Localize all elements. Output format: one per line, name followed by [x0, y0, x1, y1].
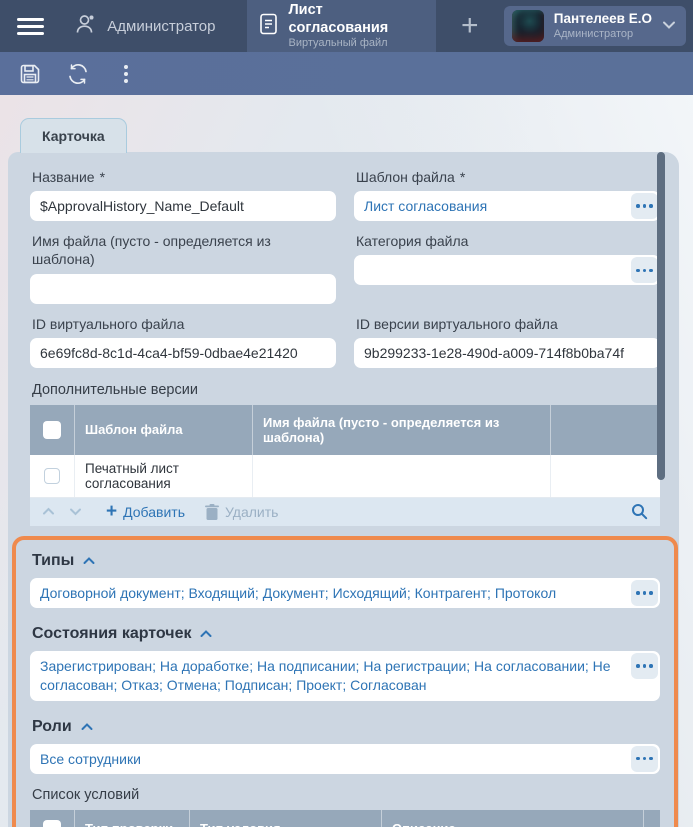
move-up-button[interactable] — [42, 507, 55, 516]
kebab-icon — [123, 62, 129, 86]
versions-col-extra — [551, 405, 660, 455]
states-ellipsis-button[interactable] — [631, 653, 658, 679]
chevron-down-icon — [69, 507, 82, 516]
conditions-col-condition-type: Тип условия — [190, 810, 382, 827]
chevron-up-icon — [81, 723, 93, 731]
user-avatar — [512, 10, 544, 42]
fields-grid: Название* $ApprovalHistory_Name_Default … — [30, 168, 660, 379]
refresh-button[interactable] — [64, 60, 92, 88]
filename-label: Имя файла (пусто - определяется из шабло… — [32, 232, 336, 268]
admin-workspace-button[interactable]: Администратор — [60, 0, 229, 52]
person-star-icon — [74, 12, 98, 40]
conditions-table: Тип проверки Тип условия Описание Включи… — [30, 810, 660, 827]
name-label: Название* — [32, 168, 336, 186]
highlighted-section: Типы Договорной документ; Входящий; Доку… — [12, 536, 678, 827]
save-button[interactable] — [16, 60, 44, 88]
versions-table-toolbar: + Добавить Удалить — [30, 498, 660, 526]
name-input[interactable]: $ApprovalHistory_Name_Default — [30, 191, 336, 221]
tab-approval-sheet[interactable]: Лист согласования Виртуальный файл — [247, 0, 435, 52]
template-input[interactable]: Лист согласования — [354, 191, 660, 221]
user-role: Администратор — [554, 28, 662, 41]
category-input[interactable] — [354, 255, 660, 285]
conditions-table-label: Список условий — [32, 787, 660, 803]
user-name: Пантелеев Е.О — [554, 11, 662, 27]
search-button[interactable] — [631, 503, 648, 520]
tab-card-label: Карточка — [42, 128, 105, 144]
top-bar: Администратор Лист согласования Виртуаль… — [0, 0, 693, 52]
filename-input[interactable] — [30, 274, 336, 304]
chevron-up-icon — [42, 507, 55, 516]
template-ellipsis-button[interactable] — [631, 193, 658, 219]
card-panel: Название* $ApprovalHistory_Name_Default … — [8, 152, 679, 827]
move-down-button[interactable] — [69, 507, 82, 516]
tab-card[interactable]: Карточка — [20, 118, 127, 153]
card-toolbar — [0, 52, 693, 95]
conditions-col-check-type: Тип проверки — [75, 810, 190, 827]
document-icon — [259, 12, 278, 41]
chevron-up-icon — [200, 630, 212, 638]
versions-table: Шаблон файла Имя файла (пусто - определя… — [30, 405, 660, 498]
chevron-down-icon — [662, 17, 676, 35]
tab-title: Лист согласования — [288, 1, 423, 37]
search-icon — [631, 503, 648, 520]
roles-ellipsis-button[interactable] — [631, 746, 658, 772]
trash-icon — [205, 504, 219, 520]
delete-row-button[interactable]: Удалить — [205, 504, 278, 520]
content-area: Карточка Название* $ApprovalHistory_Name… — [0, 95, 693, 827]
conditions-table-header: Тип проверки Тип условия Описание — [30, 810, 660, 827]
roles-section-header[interactable]: Роли — [32, 718, 660, 736]
chevron-up-icon — [83, 557, 95, 565]
checkbox-icon[interactable] — [43, 820, 61, 827]
app-window: Администратор Лист согласования Виртуаль… — [0, 0, 693, 827]
versions-table-header: Шаблон файла Имя файла (пусто - определя… — [30, 405, 660, 455]
new-tab-button[interactable]: + — [436, 0, 504, 52]
template-label: Шаблон файла* — [356, 168, 660, 186]
versions-col-filename: Имя файла (пусто - определяется из шабло… — [253, 405, 551, 455]
save-icon — [18, 62, 42, 86]
roles-input[interactable]: Все сотрудники — [30, 744, 660, 774]
version-id-label: ID версии виртуального файла — [356, 315, 660, 333]
row-checkbox[interactable] — [44, 468, 60, 484]
more-actions-button[interactable] — [112, 60, 140, 88]
table-cell — [253, 455, 551, 497]
file-id-label: ID виртуального файла — [32, 315, 336, 333]
states-input[interactable]: Зарегистрирован; На доработке; На подпис… — [30, 651, 660, 701]
plus-icon: + — [106, 502, 117, 521]
hamburger-menu-button[interactable] — [0, 0, 60, 52]
add-row-button[interactable]: + Добавить — [106, 502, 185, 521]
version-id-input[interactable]: 9b299233-1e28-490d-a009-714f8b0ba74f — [354, 338, 660, 368]
plus-icon: + — [461, 9, 479, 43]
admin-workspace-label: Администратор — [107, 18, 215, 35]
vertical-scrollbar[interactable] — [657, 152, 665, 480]
conditions-col-description: Описание — [382, 810, 644, 827]
conditions-col-extra — [644, 810, 660, 827]
checkbox-icon[interactable] — [43, 421, 61, 439]
category-label: Категория файла — [356, 232, 660, 250]
user-menu-button[interactable]: Пантелеев Е.О Администратор — [504, 6, 686, 46]
user-names: Пантелеев Е.О Администратор — [554, 11, 662, 40]
states-section-header[interactable]: Состояния карточек — [32, 625, 660, 643]
tab-subtitle: Виртуальный файл — [288, 37, 423, 51]
types-ellipsis-button[interactable] — [631, 580, 658, 606]
versions-select-all[interactable] — [30, 405, 75, 455]
conditions-select-all[interactable] — [30, 810, 75, 827]
table-row[interactable]: Печатный лист согласования — [30, 455, 660, 498]
types-input[interactable]: Договорной документ; Входящий; Документ;… — [30, 578, 660, 608]
hamburger-icon — [17, 14, 44, 39]
table-cell: Печатный лист согласования — [75, 455, 253, 497]
file-id-input[interactable]: 6e69fc8d-8c1d-4ca4-bf59-0dbae4e21420 — [30, 338, 336, 368]
types-section-header[interactable]: Типы — [32, 552, 660, 570]
versions-col-template: Шаблон файла — [75, 405, 253, 455]
tab-titles: Лист согласования Виртуальный файл — [288, 1, 423, 51]
refresh-icon — [65, 62, 91, 86]
category-ellipsis-button[interactable] — [631, 257, 658, 283]
versions-table-label: Дополнительные версии — [32, 382, 660, 398]
table-cell — [551, 455, 660, 497]
